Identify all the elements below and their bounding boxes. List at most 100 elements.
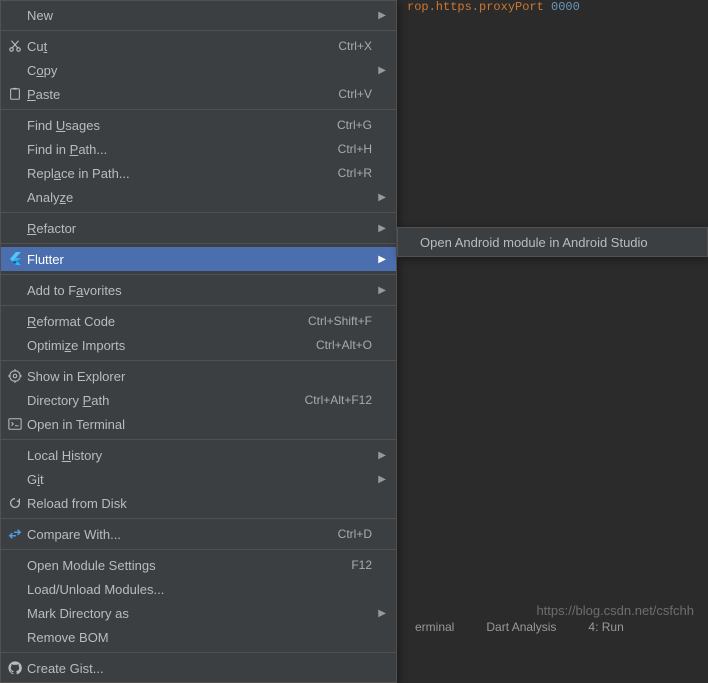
menu-item-label: Copy: [27, 63, 376, 78]
menu-item-label: Optimize Imports: [27, 338, 316, 353]
watermark: https://blog.csdn.net/csfchh: [536, 603, 694, 618]
flutter-submenu: Open Android module in Android Studio: [397, 227, 708, 257]
menu-item-shortcut: Ctrl+Alt+O: [316, 338, 376, 352]
menu-item-load-unload-modules[interactable]: Load/Unload Modules...: [1, 577, 396, 601]
menu-item-find-usages[interactable]: Find UsagesCtrl+G: [1, 113, 396, 137]
menu-item-shortcut: Ctrl+Shift+F: [308, 314, 376, 328]
clipboard-icon: [5, 86, 25, 102]
menu-item-label: Git: [27, 472, 376, 487]
menu-item-shortcut: Ctrl+G: [337, 118, 376, 132]
blank-icon: [5, 313, 25, 329]
menu-item-shortcut: Ctrl+V: [338, 87, 376, 101]
scissors-icon: [5, 38, 25, 54]
blank-icon: [5, 282, 25, 298]
menu-separator: [1, 109, 396, 110]
tool-dart-analysis[interactable]: Dart Analysis: [486, 620, 556, 636]
menu-item-compare-with[interactable]: Compare With...Ctrl+D: [1, 522, 396, 546]
menu-item-open-module-settings[interactable]: Open Module SettingsF12: [1, 553, 396, 577]
menu-item-label: Find in Path...: [27, 142, 338, 157]
menu-item-show-in-explorer[interactable]: Show in Explorer: [1, 364, 396, 388]
menu-item-optimize-imports[interactable]: Optimize ImportsCtrl+Alt+O: [1, 333, 396, 357]
menu-item-shortcut: Ctrl+R: [338, 166, 376, 180]
menu-separator: [1, 549, 396, 550]
menu-item-label: Add to Favorites: [27, 283, 376, 298]
blank-icon: [5, 629, 25, 645]
menu-item-directory-path[interactable]: Directory PathCtrl+Alt+F12: [1, 388, 396, 412]
submenu-arrow-icon: ▶: [376, 450, 386, 461]
blank-icon: [5, 7, 25, 23]
tool-terminal[interactable]: erminal: [415, 620, 454, 636]
menu-separator: [1, 274, 396, 275]
editor-code-line: rop.https.proxyPort 0000: [397, 0, 708, 20]
menu-item-label: Load/Unload Modules...: [27, 582, 376, 597]
blank-icon: [5, 557, 25, 573]
blank-icon: [5, 189, 25, 205]
menu-item-shortcut: Ctrl+H: [338, 142, 376, 156]
menu-item-shortcut: Ctrl+Alt+F12: [305, 393, 376, 407]
blank-icon: [5, 471, 25, 487]
menu-separator: [1, 305, 396, 306]
menu-item-label: Mark Directory as: [27, 606, 376, 621]
menu-item-label: Paste: [27, 87, 338, 102]
submenu-open-android-module[interactable]: Open Android module in Android Studio: [398, 230, 707, 254]
submenu-arrow-icon: ▶: [376, 285, 386, 296]
menu-item-refactor[interactable]: Refactor▶: [1, 216, 396, 240]
menu-separator: [1, 243, 396, 244]
blank-icon: [5, 62, 25, 78]
menu-item-label: Directory Path: [27, 393, 305, 408]
menu-item-open-in-terminal[interactable]: Open in Terminal: [1, 412, 396, 436]
menu-separator: [1, 518, 396, 519]
menu-item-paste[interactable]: PasteCtrl+V: [1, 82, 396, 106]
menu-item-git[interactable]: Git▶: [1, 467, 396, 491]
menu-item-label: Open Module Settings: [27, 558, 351, 573]
blank-icon: [5, 117, 25, 133]
menu-separator: [1, 360, 396, 361]
menu-item-label: Show in Explorer: [27, 369, 376, 384]
submenu-arrow-icon: ▶: [376, 474, 386, 485]
tool-run[interactable]: 4: Run: [588, 620, 623, 636]
menu-item-label: Reload from Disk: [27, 496, 376, 511]
blank-icon: [5, 141, 25, 157]
menu-separator: [1, 212, 396, 213]
menu-item-reload-from-disk[interactable]: Reload from Disk: [1, 491, 396, 515]
menu-item-label: Refactor: [27, 221, 376, 236]
blank-icon: [5, 392, 25, 408]
menu-item-shortcut: Ctrl+D: [338, 527, 376, 541]
flutter-icon: [5, 251, 25, 267]
menu-item-cut[interactable]: CutCtrl+X: [1, 34, 396, 58]
menu-item-new[interactable]: New▶: [1, 3, 396, 27]
menu-item-replace-in-path[interactable]: Replace in Path...Ctrl+R: [1, 161, 396, 185]
menu-item-label: Find Usages: [27, 118, 337, 133]
menu-item-add-to-favorites[interactable]: Add to Favorites▶: [1, 278, 396, 302]
menu-item-shortcut: F12: [351, 558, 376, 572]
menu-item-mark-directory-as[interactable]: Mark Directory as▶: [1, 601, 396, 625]
submenu-arrow-icon: ▶: [376, 192, 386, 203]
submenu-arrow-icon: ▶: [376, 65, 386, 76]
menu-item-shortcut: Ctrl+X: [338, 39, 376, 53]
menu-item-label: Cut: [27, 39, 338, 54]
menu-item-create-gist[interactable]: Create Gist...: [1, 656, 396, 680]
submenu-arrow-icon: ▶: [376, 608, 386, 619]
menu-item-label: Remove BOM: [27, 630, 376, 645]
menu-item-label: Compare With...: [27, 527, 338, 542]
menu-item-remove-bom[interactable]: Remove BOM: [1, 625, 396, 649]
menu-item-reformat-code[interactable]: Reformat CodeCtrl+Shift+F: [1, 309, 396, 333]
blank-icon: [5, 581, 25, 597]
code-key: rop.https.proxyPort: [407, 0, 544, 14]
menu-item-label: Flutter: [27, 252, 376, 267]
menu-item-label: Local History: [27, 448, 376, 463]
blank-icon: [5, 447, 25, 463]
terminal-icon: [5, 416, 25, 432]
github-icon: [5, 660, 25, 676]
blank-icon: [5, 220, 25, 236]
menu-item-find-in-path[interactable]: Find in Path...Ctrl+H: [1, 137, 396, 161]
menu-item-label: Open in Terminal: [27, 417, 376, 432]
context-menu: New▶CutCtrl+XCopy▶PasteCtrl+VFind Usages…: [0, 0, 397, 683]
menu-item-copy[interactable]: Copy▶: [1, 58, 396, 82]
compare-icon: [5, 526, 25, 542]
menu-separator: [1, 652, 396, 653]
menu-item-flutter[interactable]: Flutter▶: [1, 247, 396, 271]
bottom-tool-strip: erminal Dart Analysis 4: Run: [397, 620, 708, 636]
menu-item-local-history[interactable]: Local History▶: [1, 443, 396, 467]
menu-item-analyze[interactable]: Analyze▶: [1, 185, 396, 209]
